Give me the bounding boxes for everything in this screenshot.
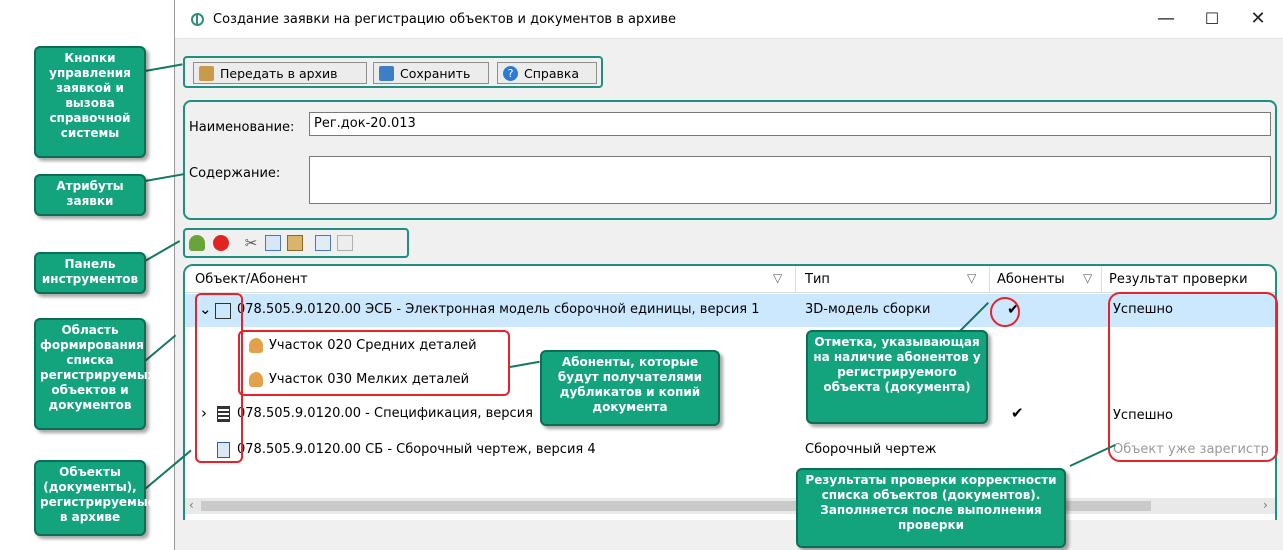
callout-objects: Объекты (документы), регистрируемые в ар… [34,460,156,536]
tool-panel: ✂ [183,228,409,258]
column-subscribers[interactable]: Абоненты [997,272,1065,287]
filter-icon[interactable]: ▽ [967,271,976,285]
title-bar: Создание заявки на регистрацию объектов … [175,0,1283,39]
dialog-window: Создание заявки на регистрацию объектов … [174,0,1283,550]
archive-box-icon [199,65,214,81]
close-button[interactable]: ✕ [1235,6,1281,32]
content-label: Содержание: [189,166,281,181]
minimize-button[interactable]: — [1143,6,1189,32]
paste-icon[interactable] [287,235,303,251]
remove-icon[interactable] [213,235,229,251]
add-subscriber-icon[interactable] [189,235,205,251]
name-label: Наименование: [189,120,295,135]
callout-pointer [144,334,177,362]
mark-highlight [990,297,1020,327]
filter-icon[interactable]: ▽ [1083,271,1092,285]
request-buttons-panel: Передать в архив Сохранить ? Справка [183,56,603,88]
floppy-disk-icon [379,65,394,81]
save-button[interactable]: Сохранить [373,62,489,84]
column-divider [795,266,796,292]
callout-attributes: Атрибуты заявки [34,174,146,216]
column-type[interactable]: Тип [805,272,830,287]
callout-mark: Отметка, указывающая на наличие абоненто… [806,330,988,424]
save-label: Сохранить [400,65,471,81]
filter-icon[interactable]: ▽ [773,271,782,285]
column-object[interactable]: Объект/Абонент [195,272,308,287]
callout-area: Область формирования списка регистрируем… [34,318,155,430]
content-field[interactable] [309,156,1271,204]
objects-highlight [195,293,243,463]
subscribers-check-icon: ✔ [1011,404,1024,422]
object-name: 078.505.9.0120.00 - Спецификация, версия [237,406,533,421]
object-type: 3D-модель сборки [805,302,931,317]
send-to-archive-button[interactable]: Передать в архив [193,62,367,84]
maximize-button[interactable]: ☐ [1189,6,1235,32]
status-area [175,520,1283,550]
disabled-tool-icon [337,235,353,251]
copy-icon[interactable] [265,235,281,251]
column-divider [1101,266,1102,292]
app-icon [191,13,204,26]
horizontal-scrollbar[interactable]: ‹ › [185,498,1275,514]
column-divider [989,266,990,292]
object-name: 078.505.9.0120.00 СБ - Сборочный чертеж,… [237,442,596,457]
send-to-archive-label: Передать в архив [220,65,338,81]
results-highlight [1108,292,1278,462]
grid-header: Объект/Абонент ▽ Тип ▽ Абоненты ▽ Резуль… [185,266,1275,293]
callout-results: Результаты проверки корректности списка … [796,468,1066,548]
callout-subscribers: Абоненты, которые будут получателями дуб… [540,350,720,426]
help-button[interactable]: ? Справка [497,62,597,84]
cut-icon[interactable]: ✂ [243,235,259,251]
callout-toolbar: Панель инструментов [34,252,146,294]
object-type: Сборочный чертеж [805,442,937,457]
help-icon: ? [503,65,518,81]
check-list-icon[interactable] [315,235,331,251]
callout-buttons: Кнопки управления заявкой и вызова справ… [34,46,146,158]
subscribers-highlight [238,330,510,396]
column-result[interactable]: Результат проверки [1109,272,1248,287]
scroll-left-icon[interactable]: ‹ [189,498,194,512]
name-field[interactable]: Рег.док-20.013 [309,112,1271,136]
request-attributes: Наименование: Рег.док-20.013 Содержание: [183,100,1277,220]
help-label: Справка [524,65,580,81]
object-name: 078.505.9.0120.00 ЭСБ - Электронная моде… [237,302,760,317]
scroll-right-icon[interactable]: › [1263,498,1268,512]
window-title: Создание заявки на регистрацию объектов … [213,12,677,27]
